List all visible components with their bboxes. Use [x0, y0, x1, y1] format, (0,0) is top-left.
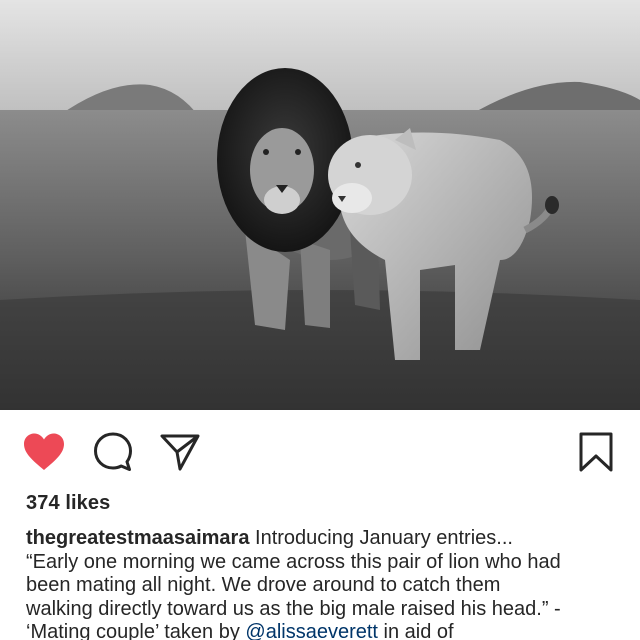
post-caption: thegreatestmaasaimara Introducing Januar…: [26, 527, 626, 640]
caption-line-3: been mating all night. We drove around t…: [26, 574, 501, 596]
caption-line-5: ‘Mating couple’ taken by @alissaeverett …: [26, 621, 626, 640]
caption-text-5a: ‘Mating couple’ taken by: [26, 621, 246, 640]
likes-count[interactable]: 374 likes: [26, 492, 110, 515]
heart-filled-icon: [24, 433, 64, 470]
comment-button[interactable]: [91, 430, 135, 474]
caption-line-1: thegreatestmaasaimara Introducing Januar…: [26, 527, 626, 551]
save-button[interactable]: [574, 430, 618, 474]
like-button[interactable]: [22, 430, 66, 474]
caption-line-2: “Early one morning we came across this p…: [26, 550, 561, 573]
caption-mention-link[interactable]: @alissaeverett: [245, 621, 378, 640]
caption-line-4: walking directly toward us as the big ma…: [26, 597, 561, 620]
instagram-post: 374 likes thegreatestmaasaimara Introduc…: [0, 0, 640, 640]
paper-plane-icon: [160, 434, 200, 471]
post-photo[interactable]: [0, 0, 640, 410]
caption-username[interactable]: thegreatestmaasaimara: [26, 527, 249, 549]
share-button[interactable]: [158, 430, 202, 474]
lion-photo: [0, 0, 640, 410]
caption-text-5b: in aid of: [377, 621, 454, 640]
bookmark-icon: [579, 432, 613, 472]
comment-bubble-icon: [94, 432, 132, 471]
caption-text-1: Introducing January entries...: [249, 527, 513, 549]
